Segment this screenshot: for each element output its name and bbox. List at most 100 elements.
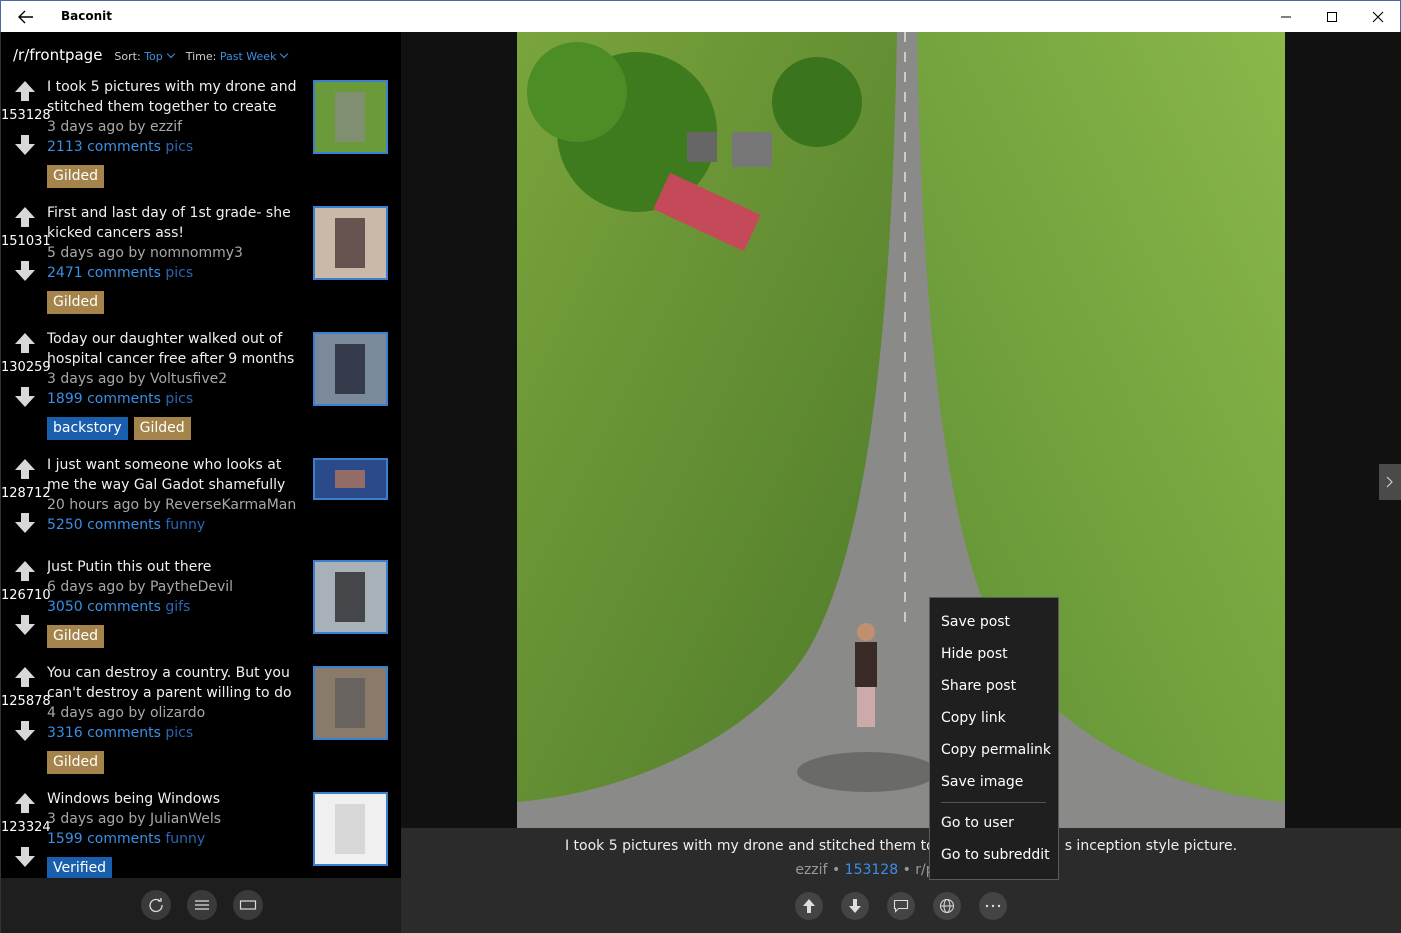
menu-separator <box>941 802 1046 803</box>
downvote-arrow-icon[interactable] <box>14 260 36 282</box>
post-comments[interactable]: 3316 comments pics <box>47 723 193 743</box>
upvote-arrow-icon[interactable] <box>14 80 36 102</box>
chevron-down-icon <box>280 49 289 59</box>
title-bar: Baconit <box>0 0 1401 32</box>
more-button[interactable] <box>979 892 1007 920</box>
open-browser-button[interactable] <box>933 892 961 920</box>
thumbnail-image <box>315 794 386 864</box>
post-item[interactable]: 151031 First and last day of 1st grade- … <box>1 204 401 322</box>
post-meta: 6 days ago by PaytheDevil <box>47 579 234 595</box>
upvote-arrow-icon[interactable] <box>14 206 36 228</box>
post-comments[interactable]: 2471 comments pics <box>47 263 193 283</box>
post-thumbnail[interactable] <box>313 792 388 866</box>
post-list-pane: /r/frontpage Sort: Top Time: Past Week 1… <box>0 32 401 933</box>
post-image[interactable] <box>517 32 1285 828</box>
post-thumbnail[interactable] <box>313 666 388 740</box>
refresh-button[interactable] <box>141 890 171 920</box>
post-caption-meta: ezzif • 153128 • r/p <box>795 862 935 878</box>
post-title[interactable]: Windows being Windows <box>47 789 299 809</box>
post-title[interactable]: Just Putin this out there <box>47 557 299 577</box>
hamburger-icon <box>195 900 209 910</box>
thumbnail-image <box>315 562 386 632</box>
thumbnail-image <box>315 460 386 498</box>
thumbnail-image <box>315 82 386 152</box>
arrow-up-icon <box>803 899 815 913</box>
badge: Gilded <box>47 625 105 648</box>
context-menu: Save post Hide post Share post Copy link Cop… <box>929 597 1059 880</box>
post-meta: 3 days ago by JulianWels <box>47 811 222 827</box>
comments-button[interactable] <box>887 892 915 920</box>
downvote-arrow-icon[interactable] <box>14 614 36 636</box>
post-item[interactable]: 125878 You can destroy a country. But yo… <box>1 664 401 782</box>
post-score: 151031 <box>1 234 51 249</box>
post-comments[interactable]: 3050 comments gifs <box>47 597 190 617</box>
post-title[interactable]: I just want someone who looks at me the … <box>47 455 299 495</box>
post-score: 123324 <box>1 820 51 835</box>
upvote-arrow-icon[interactable] <box>14 560 36 582</box>
downvote-arrow-icon[interactable] <box>14 134 36 156</box>
next-post-button[interactable] <box>1379 464 1401 500</box>
list-header: /r/frontpage Sort: Top Time: Past Week <box>13 46 299 66</box>
post-score: 126710 <box>1 588 51 603</box>
post-badges: Gilded <box>47 751 105 774</box>
post-title[interactable]: I took 5 pictures with my drone and stit… <box>47 77 299 117</box>
downvote-button[interactable] <box>841 892 869 920</box>
list-toolbar <box>1 878 401 933</box>
post-title[interactable]: You can destroy a country. But you can't… <box>47 663 299 703</box>
menu-item-save-image[interactable]: Save image <box>930 766 1058 798</box>
post-comments[interactable]: 2113 comments pics <box>47 137 193 157</box>
upvote-arrow-icon[interactable] <box>14 458 36 480</box>
minimize-button[interactable] <box>1263 1 1309 32</box>
post-thumbnail[interactable] <box>313 332 388 406</box>
chevron-right-icon <box>1386 476 1393 488</box>
post-score: 153128 <box>1 108 51 123</box>
downvote-arrow-icon[interactable] <box>14 512 36 534</box>
downvote-arrow-icon[interactable] <box>14 720 36 742</box>
menu-item-share-post[interactable]: Share post <box>930 670 1058 702</box>
post-comments[interactable]: 1599 comments funny <box>47 829 205 849</box>
maximize-button[interactable] <box>1309 1 1355 32</box>
post-item[interactable]: 153128 I took 5 pictures with my drone a… <box>1 78 401 196</box>
upvote-arrow-icon[interactable] <box>14 332 36 354</box>
post-thumbnail[interactable] <box>313 206 388 280</box>
time-dropdown[interactable]: Time: Past Week <box>186 49 289 63</box>
chevron-down-icon <box>166 49 175 59</box>
downvote-arrow-icon[interactable] <box>14 846 36 868</box>
menu-item-save-post[interactable]: Save post <box>930 606 1058 638</box>
display-mode-button[interactable] <box>233 890 263 920</box>
menu-item-go-to-subreddit[interactable]: Go to subreddit <box>930 839 1058 871</box>
menu-item-go-to-user[interactable]: Go to user <box>930 807 1058 839</box>
post-thumbnail[interactable] <box>313 80 388 154</box>
post-meta: 3 days ago by ezzif <box>47 119 183 135</box>
post-score: 128712 <box>1 486 51 501</box>
post-comments[interactable]: 5250 comments funny <box>47 515 205 535</box>
post-comments[interactable]: 1899 comments pics <box>47 389 193 409</box>
sort-dropdown[interactable]: Sort: Top <box>114 49 175 63</box>
post-title[interactable]: Today our daughter walked out of hospita… <box>47 329 299 369</box>
menu-item-copy-link[interactable]: Copy link <box>930 702 1058 734</box>
upvote-arrow-icon[interactable] <box>14 666 36 688</box>
post-score: 125878 <box>1 694 51 709</box>
back-arrow-icon[interactable] <box>15 7 37 27</box>
upvote-arrow-icon[interactable] <box>14 792 36 814</box>
downvote-arrow-icon[interactable] <box>14 386 36 408</box>
menu-button[interactable] <box>187 890 217 920</box>
refresh-icon <box>149 898 163 913</box>
menu-item-copy-permalink[interactable]: Copy permalink <box>930 734 1058 766</box>
post-meta: 4 days ago by olizardo <box>47 705 206 721</box>
close-button[interactable] <box>1355 1 1401 32</box>
post-item[interactable]: 130259 Today our daughter walked out of … <box>1 330 401 448</box>
subreddit-title[interactable]: /r/frontpage <box>13 46 102 64</box>
post-title[interactable]: First and last day of 1st grade- she kic… <box>47 203 299 243</box>
post-badges: Gilded <box>47 291 105 314</box>
upvote-button[interactable] <box>795 892 823 920</box>
menu-item-hide-post[interactable]: Hide post <box>930 638 1058 670</box>
post-badges: backstory Gilded <box>47 417 191 440</box>
badge: Gilded <box>133 417 191 440</box>
post-badges: Verified <box>47 857 113 880</box>
post-item[interactable]: 126710 Just Putin this out there 6 days … <box>1 558 401 676</box>
post-thumbnail[interactable] <box>313 458 388 500</box>
thumbnail-image <box>315 668 386 738</box>
thumbnail-image <box>315 334 386 404</box>
post-thumbnail[interactable] <box>313 560 388 634</box>
